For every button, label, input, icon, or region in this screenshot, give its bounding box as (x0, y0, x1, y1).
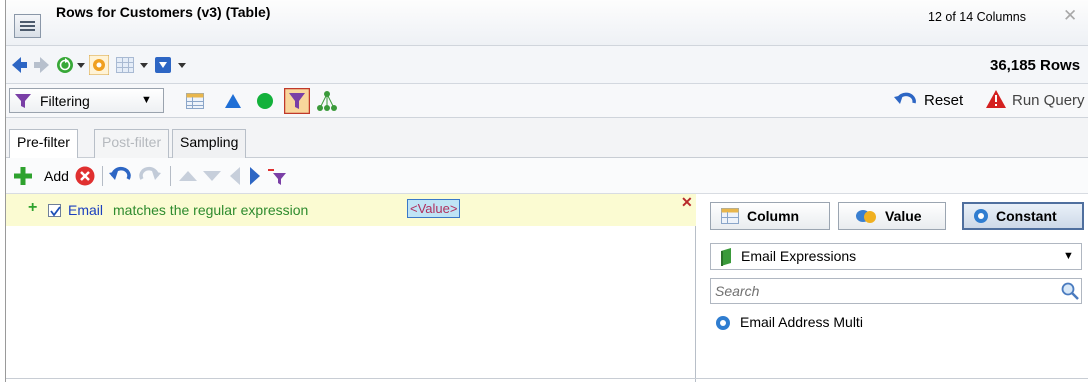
add-button[interactable]: Add (44, 168, 69, 184)
redo-icon (139, 166, 161, 180)
mode-select-value: Filtering (40, 93, 90, 109)
navigation-toolbar: 36,185 Rows (6, 46, 1088, 84)
undo-icon[interactable] (109, 166, 131, 186)
column-count[interactable]: 12 of 14 Columns (928, 10, 1026, 24)
list-item-label: Email Address Multi (740, 314, 863, 330)
tab-sampling[interactable]: Sampling (172, 129, 247, 158)
remove-icon[interactable] (75, 166, 95, 186)
row-count: 36,185 Rows (990, 57, 1081, 74)
condition-row[interactable]: + Email matches the regular expression <… (6, 194, 696, 226)
refresh-icon[interactable] (56, 56, 74, 74)
move-up-icon (179, 171, 197, 181)
value-panel: Column Value Constant Email Expressions … (697, 194, 1088, 382)
export-icon[interactable] (154, 56, 172, 74)
undo-icon (894, 92, 916, 104)
add-icon[interactable] (14, 167, 32, 185)
back-arrow-icon[interactable] (12, 57, 28, 73)
column-segment-label: Column (747, 208, 800, 224)
value-segment-label: Value (885, 208, 922, 224)
delete-condition-icon[interactable]: ✕ (681, 194, 693, 211)
constant-segment-label: Constant (996, 208, 1057, 224)
outdent-icon (230, 167, 240, 185)
chevron-down-icon[interactable] (140, 63, 148, 69)
condition-field[interactable]: Email (68, 202, 103, 218)
condition-panel: + Email matches the regular expression <… (6, 194, 696, 382)
close-icon[interactable]: ✕ (1063, 6, 1077, 26)
search-input[interactable]: Search (710, 278, 1082, 304)
search-icon[interactable] (1061, 282, 1079, 300)
move-down-icon (203, 171, 221, 181)
expression-dropdown[interactable]: Email Expressions ▼ (710, 243, 1082, 270)
check-icon (50, 206, 61, 217)
add-filter-icon[interactable] (268, 167, 286, 185)
forward-arrow-icon[interactable] (33, 57, 49, 73)
filter-tabs: Pre-filter Post-filter Sampling (6, 118, 1088, 159)
filter-toggle-icon[interactable] (284, 88, 310, 114)
value-icon (856, 210, 876, 223)
column-icon (721, 208, 739, 224)
book-icon (721, 248, 731, 266)
expand-icon[interactable]: + (28, 199, 37, 217)
toolbar-divider (170, 166, 171, 186)
condition-operator[interactable]: matches the regular expression (113, 202, 308, 218)
filter-toolbar: Filtering ▼ Reset Run Query (6, 84, 1088, 118)
circle-shape-icon[interactable] (256, 92, 274, 110)
window-title: Rows for Customers (v3) (Table) (56, 4, 271, 20)
chevron-down-icon: ▼ (141, 94, 152, 106)
title-bar: Rows for Customers (v3) (Table) 12 of 14… (6, 0, 1088, 46)
run-query-label: Run Query (1012, 92, 1085, 109)
column-segment-button[interactable]: Column (710, 202, 830, 230)
table-window: Rows for Customers (v3) (Table) 12 of 14… (5, 0, 1088, 382)
funnel-icon (15, 94, 31, 108)
condition-toolbar: Add (6, 158, 1088, 194)
condition-value[interactable]: <Value> (407, 199, 461, 218)
chevron-down-icon[interactable] (178, 63, 186, 69)
triangle-shape-icon[interactable] (224, 93, 242, 109)
constant-segment-button[interactable]: Constant (962, 202, 1084, 230)
window-menu-button[interactable] (14, 14, 41, 38)
expression-dropdown-value: Email Expressions (741, 248, 857, 264)
grid-view-icon[interactable] (116, 57, 134, 73)
hierarchy-icon[interactable] (316, 90, 338, 112)
warning-icon (986, 90, 1006, 108)
panel-bottom-border (6, 378, 1088, 379)
indent-icon[interactable] (249, 167, 261, 185)
toolbar-divider (102, 166, 103, 186)
gear-icon (716, 316, 730, 330)
tab-pre-filter[interactable]: Pre-filter (9, 129, 78, 159)
search-placeholder: Search (715, 283, 760, 299)
gear-icon (974, 209, 988, 223)
condition-checkbox[interactable] (48, 204, 61, 217)
tab-post-filter: Post-filter (94, 129, 170, 158)
chevron-down-icon[interactable] (77, 63, 85, 69)
table-icon[interactable] (186, 93, 204, 109)
chevron-down-icon: ▼ (1063, 250, 1074, 262)
value-segment-button[interactable]: Value (838, 202, 946, 230)
mode-select[interactable]: Filtering ▼ (9, 88, 164, 113)
settings-gear-icon[interactable] (89, 55, 109, 75)
reset-label: Reset (924, 92, 964, 109)
